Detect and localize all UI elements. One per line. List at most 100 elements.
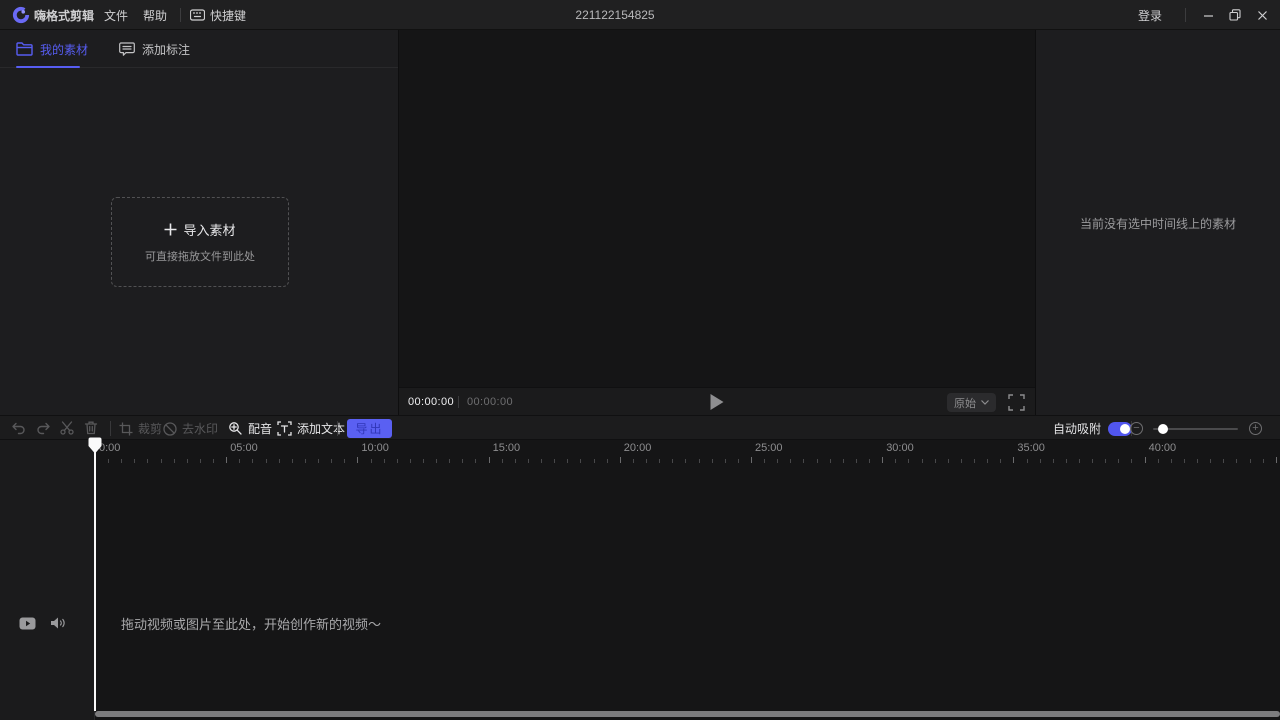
- ruler-tick: [659, 459, 660, 463]
- app-logo-icon: [12, 6, 30, 24]
- toggle-knob: [1120, 424, 1130, 434]
- ruler-label: 30:00: [886, 442, 914, 454]
- ruler-tick: [357, 457, 358, 463]
- track-drop-hint: 拖动视频或图片至此处，开始创作新的视频～: [121, 600, 381, 646]
- ruler-tick: [948, 459, 949, 463]
- ruler-tick: [108, 459, 109, 463]
- ruler-tick: [528, 459, 529, 463]
- minimize-button[interactable]: [1194, 0, 1222, 30]
- tab-my-materials-label: 我的素材: [40, 41, 88, 58]
- playhead-line: [94, 451, 96, 711]
- import-dropzone[interactable]: 导入素材 可直接拖放文件到此处: [111, 197, 289, 287]
- auto-snap-toggle[interactable]: [1108, 422, 1132, 436]
- ruler-tick: [1210, 459, 1211, 463]
- ruler-tick: [147, 459, 148, 463]
- ruler-tick: [803, 459, 804, 463]
- quality-label: 原始: [954, 395, 976, 411]
- zoom-in-icon[interactable]: +: [1249, 422, 1262, 435]
- ruler-tick: [567, 459, 568, 463]
- horizontal-scrollbar[interactable]: [95, 711, 1280, 717]
- ruler-label: 15:00: [493, 442, 521, 454]
- menu-help[interactable]: 帮助: [143, 0, 167, 30]
- add-text-button[interactable]: 添加文本: [277, 416, 345, 441]
- redo-icon[interactable]: [35, 420, 51, 436]
- timeline-zoom-slider[interactable]: [1153, 428, 1238, 430]
- delete-trash-icon[interactable]: [83, 420, 99, 436]
- ruler-tick: [1013, 457, 1014, 463]
- ruler[interactable]: 0:0005:0010:0015:0020:0025:0030:0035:004…: [95, 440, 1280, 468]
- ruler-tick: [1027, 459, 1028, 463]
- ruler-tick: [764, 459, 765, 463]
- video-track-icon[interactable]: [19, 617, 36, 630]
- ruler-tick: [580, 459, 581, 463]
- ruler-label: 05:00: [230, 442, 258, 454]
- ruler-tick: [134, 459, 135, 463]
- ruler-tick: [1171, 459, 1172, 463]
- timeline-content[interactable]: 0:0005:0010:0015:0020:0025:0030:0035:004…: [95, 440, 1280, 720]
- ruler-tick: [895, 459, 896, 463]
- ruler-tick: [344, 459, 345, 463]
- ruler-tick: [200, 459, 201, 463]
- ruler-tick: [121, 459, 122, 463]
- undo-icon[interactable]: [11, 420, 27, 436]
- ruler-tick: [869, 459, 870, 463]
- login-button[interactable]: 登录: [1138, 0, 1162, 30]
- folder-icon: [16, 42, 33, 56]
- ruler-tick: [1158, 459, 1159, 463]
- track-header-column: [0, 440, 95, 720]
- import-title: 导入素材: [164, 220, 235, 239]
- crop-button[interactable]: 裁剪: [119, 416, 162, 441]
- export-button[interactable]: 导出: [347, 419, 392, 438]
- voiceover-label: 配音: [248, 420, 272, 437]
- import-hint: 可直接拖放文件到此处: [145, 248, 255, 264]
- ruler-label: 0:00: [99, 442, 120, 454]
- zoom-slider-knob[interactable]: [1158, 424, 1168, 434]
- play-button[interactable]: [711, 394, 724, 410]
- inspector-panel: 当前没有选中时间线上的素材: [1035, 30, 1280, 415]
- close-button[interactable]: [1248, 0, 1276, 30]
- audio-track-icon[interactable]: [50, 616, 66, 630]
- ruler-tick: [305, 459, 306, 463]
- titlebar-divider-right: [1185, 8, 1186, 22]
- ruler-tick: [423, 459, 424, 463]
- ruler-tick: [489, 457, 490, 463]
- tab-my-materials[interactable]: 我的素材: [16, 30, 88, 68]
- shortcuts-button[interactable]: 快捷键: [190, 0, 246, 30]
- ruler-tick: [266, 459, 267, 463]
- split-scissors-icon[interactable]: [59, 420, 75, 436]
- ruler-tick: [843, 459, 844, 463]
- ruler-tick: [935, 459, 936, 463]
- app-name: 嗨格式剪辑: [34, 0, 94, 30]
- quality-dropdown[interactable]: 原始: [947, 393, 996, 412]
- ruler-tick: [1145, 457, 1146, 463]
- voiceover-button[interactable]: 配音: [228, 416, 272, 441]
- fullscreen-icon[interactable]: [1008, 394, 1025, 411]
- menu-file[interactable]: 文件: [104, 0, 128, 30]
- ruler-tick: [410, 459, 411, 463]
- ruler-tick: [1223, 459, 1224, 463]
- ruler-tick: [541, 459, 542, 463]
- ruler-tick: [475, 459, 476, 463]
- inspector-empty-hint: 当前没有选中时间线上的素材: [1080, 215, 1236, 232]
- ruler-tick: [751, 457, 752, 463]
- ruler-tick: [594, 459, 595, 463]
- toolbar-divider: [337, 421, 338, 436]
- ruler-tick: [239, 459, 240, 463]
- ruler-tick: [725, 459, 726, 463]
- ruler-tick: [1066, 459, 1067, 463]
- zoom-out-icon[interactable]: −: [1130, 422, 1143, 435]
- left-panel-tabbar: 我的素材 添加标注: [0, 30, 398, 68]
- maximize-button[interactable]: [1221, 0, 1249, 30]
- ruler-tick: [515, 459, 516, 463]
- ruler-tick: [1105, 459, 1106, 463]
- ruler-tick: [1053, 459, 1054, 463]
- current-time: 00:00:00: [408, 388, 454, 416]
- auto-snap-group: 自动吸附: [1053, 416, 1132, 441]
- ruler-tick: [1131, 459, 1132, 463]
- total-time: 00:00:00: [467, 388, 513, 416]
- tab-add-annotation[interactable]: 添加标注: [119, 30, 190, 68]
- time-divider: [458, 396, 459, 408]
- ruler-tick: [397, 459, 398, 463]
- remove-watermark-button[interactable]: 去水印: [163, 416, 218, 441]
- ruler-tick: [817, 459, 818, 463]
